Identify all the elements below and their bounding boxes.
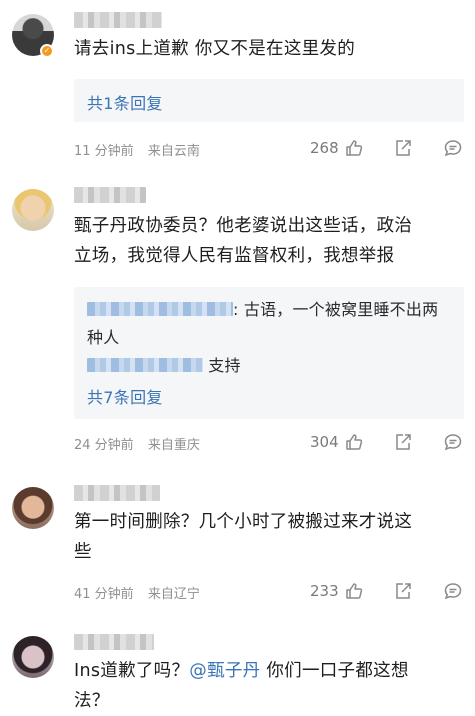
- like-button[interactable]: 268: [310, 137, 364, 159]
- like-count: 268: [310, 139, 339, 157]
- reply-preview[interactable]: 共1条回复: [74, 79, 464, 122]
- verified-badge-icon: ✓: [40, 44, 54, 58]
- comment-actions: 268: [300, 137, 468, 159]
- username-redacted[interactable]: [74, 485, 160, 501]
- reply-item: : 古语，一个被窝里睡不出两: [87, 297, 454, 323]
- reply-text-continued: 种人: [87, 328, 120, 347]
- reply-username-redacted[interactable]: [87, 358, 203, 372]
- timestamp: 41 分钟前: [74, 587, 134, 602]
- comment-text: 甄子丹政协委员？他老婆说出这些话，政治 立场，我觉得人民有监督权利，我想举报: [74, 211, 463, 271]
- comment-actions: 304: [300, 431, 468, 453]
- thumbs-up-icon: [345, 140, 362, 156]
- reply-preview[interactable]: : 古语，一个被窝里睡不出两 种人 支持 共7条回复: [74, 287, 464, 419]
- like-button[interactable]: 233: [310, 580, 364, 602]
- comment-actions: 233: [300, 580, 468, 602]
- location: 来自重庆: [147, 438, 200, 453]
- comment-text-line: 些: [74, 542, 92, 562]
- comment-text: 第一时间删除？几个小时了被搬过来才说这 些: [74, 507, 463, 567]
- comment-text-line: 法？: [74, 691, 110, 711]
- reply-text: : 古语，一个被窝里睡不出两: [233, 300, 439, 319]
- view-replies-link[interactable]: 共1条回复: [87, 90, 163, 114]
- share-icon[interactable]: [393, 581, 413, 601]
- thumbs-up-icon: [345, 583, 362, 599]
- username-redacted[interactable]: [74, 634, 154, 650]
- comment-meta: 41 分钟前 来自辽宁: [74, 583, 200, 602]
- username-redacted[interactable]: [74, 187, 146, 203]
- comment-text-segment: Ins道歉了吗？: [74, 661, 190, 681]
- reply-username-redacted[interactable]: [87, 302, 233, 316]
- comment-text-segment: 你们一口子都这想: [260, 661, 409, 681]
- comment-icon[interactable]: [443, 581, 463, 601]
- avatar[interactable]: [12, 189, 54, 231]
- location: 来自云南: [147, 144, 200, 159]
- reply-text: 支持: [203, 356, 241, 375]
- comment-text: 请去ins上道歉 你又不是在这里发的: [74, 39, 356, 59]
- comment-text-line: 第一时间删除？几个小时了被搬过来才说这: [74, 512, 413, 532]
- like-count: 304: [310, 433, 339, 451]
- comment-text-line: Ins道歉了吗？@甄子丹 你们一口子都这想: [74, 656, 463, 686]
- comment-text: Ins道歉了吗？@甄子丹 你们一口子都这想 法？: [74, 656, 463, 716]
- like-count: 233: [310, 582, 339, 600]
- comment-icon[interactable]: [443, 138, 463, 158]
- location: 来自辽宁: [147, 587, 200, 602]
- view-replies-link[interactable]: 共7条回复: [87, 384, 163, 408]
- timestamp: 24 分钟前: [74, 438, 134, 453]
- username-redacted[interactable]: [74, 12, 162, 28]
- comment-icon[interactable]: [443, 432, 463, 452]
- like-button[interactable]: 304: [310, 431, 364, 453]
- reply-item: 支持: [87, 353, 454, 379]
- comment-meta: 24 分钟前 来自重庆: [74, 434, 200, 453]
- comment-text-line: 立场，我觉得人民有监督权利，我想举报: [74, 246, 395, 266]
- comment-text-line: 甄子丹政协委员？他老婆说出这些话，政治: [74, 216, 413, 236]
- comment-meta: 11 分钟前 来自云南: [74, 140, 200, 159]
- timestamp: 11 分钟前: [74, 144, 134, 159]
- avatar[interactable]: [12, 487, 54, 529]
- share-icon[interactable]: [393, 138, 413, 158]
- thumbs-up-icon: [345, 434, 362, 450]
- avatar[interactable]: [12, 636, 54, 678]
- mention-link[interactable]: @甄子丹: [189, 661, 260, 681]
- share-icon[interactable]: [393, 432, 413, 452]
